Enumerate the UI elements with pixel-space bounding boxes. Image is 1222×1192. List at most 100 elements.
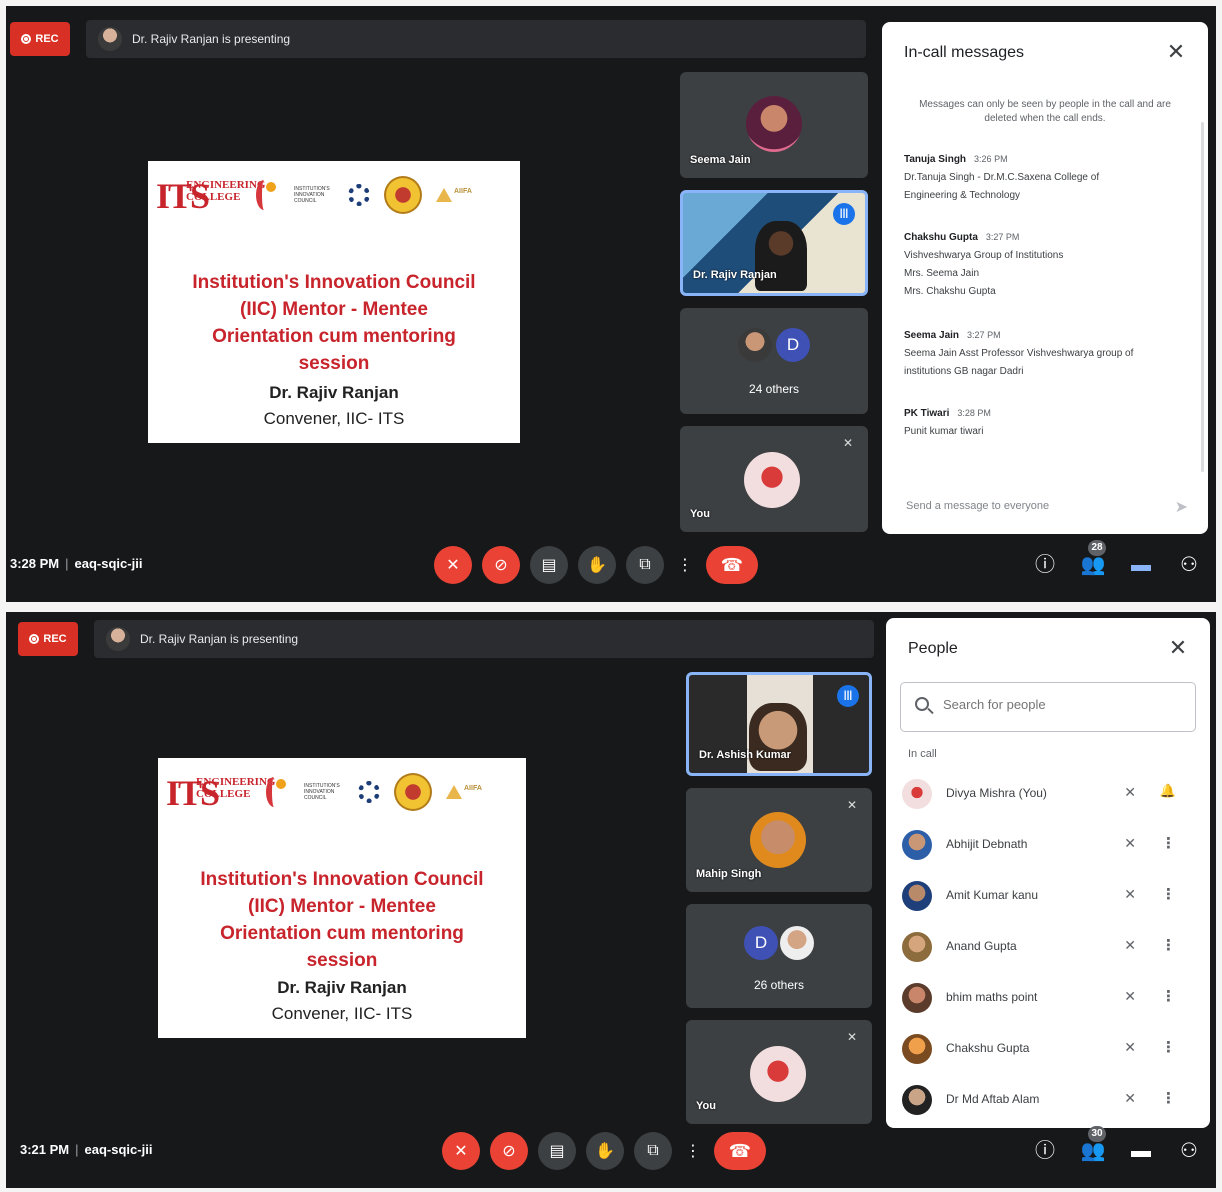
gear-logo <box>348 184 370 206</box>
amity-logo: AIIFA <box>436 186 488 204</box>
people-panel: People ✕ In call Divya Mishra (You) ✕ 🔔 … <box>886 618 1210 1128</box>
people-icon[interactable]: 👥 28 <box>1080 540 1106 578</box>
bell-icon[interactable]: 🔔 <box>1160 783 1176 799</box>
others-tile[interactable]: D 24 others <box>680 308 868 414</box>
participant-name: Dr. Ashish Kumar <box>699 749 791 761</box>
others-tile[interactable]: D 26 others <box>686 904 872 1008</box>
bottom-bar: 3:21 PM | eaq-sqic-jii ✕ ⊘ ▤ ✋ ⧉ ⋮ ☎ ⓘ 👥 3… <box>6 1114 1216 1188</box>
mic-off-icon: ✕ <box>846 798 858 812</box>
slide-role: Convener, IIC- ITS <box>271 1004 413 1023</box>
chat-icon[interactable]: ▬ <box>1128 552 1154 578</box>
chat-message: Seema Jain 3:27 PM Seema Jain Asst Profes… <box>904 330 1134 377</box>
amity-logo: AIIFA <box>446 783 498 801</box>
chat-message: Tanuja Singh 3:26 PM Dr.Tanuja Singh - Dr… <box>904 154 1100 201</box>
present-icon[interactable]: ⧉ <box>634 1132 672 1170</box>
camera-off-icon[interactable]: ⊘ <box>482 546 520 584</box>
mic-off-icon: ✕ <box>1124 1090 1136 1106</box>
slide-presenter: Dr. Rajiv Ranjan <box>277 978 407 997</box>
avatar <box>738 328 772 362</box>
list-item[interactable]: Amit Kumar kanu ✕ ⋮ <box>902 876 1194 916</box>
presentation-slide: ITS ENGINEERING COLLEGE INSTITUTION'S IN… <box>158 758 526 1038</box>
search-icon <box>915 697 929 711</box>
panel-title: People <box>908 640 958 657</box>
slide-logos: ITS ENGINEERING COLLEGE INSTITUTION'S IN… <box>156 167 512 223</box>
more-options-icon[interactable]: ⋮ <box>1161 834 1176 852</box>
person-name: Chakshu Gupta <box>946 1041 1030 1055</box>
end-call-icon[interactable]: ☎ <box>706 546 758 584</box>
more-options-icon[interactable]: ⋮ <box>1161 936 1176 954</box>
close-icon[interactable]: ✕ <box>1164 634 1192 662</box>
list-item[interactable]: Divya Mishra (You) ✕ 🔔 <box>902 774 1194 814</box>
list-item[interactable]: bhim maths point ✕ ⋮ <box>902 978 1194 1018</box>
activities-icon[interactable]: ⚇ <box>1176 1138 1202 1164</box>
slide-presenter: Dr. Rajiv Ranjan <box>269 383 399 402</box>
avatar <box>746 96 802 152</box>
meeting-details: 3:28 PM | eaq-sqic-jii <box>10 556 143 571</box>
participant-tile[interactable]: ✕ Mahip Singh <box>686 788 872 892</box>
person-name: bhim maths point <box>946 990 1038 1004</box>
participant-tile-speaking[interactable]: ||| Dr. Rajiv Ranjan <box>680 190 868 296</box>
panel-title: In-call messages <box>904 44 1025 61</box>
list-item[interactable]: Abhijit Debnath ✕ ⋮ <box>902 825 1194 865</box>
its-logo: ITS ENGINEERING COLLEGE <box>156 176 266 216</box>
info-icon[interactable]: ⓘ <box>1032 552 1058 578</box>
presentation-slide: ITS ENGINEERING COLLEGE INSTITUTION'S IN… <box>148 161 520 443</box>
slide-title: Institution's Innovation Council (IIC) M… <box>200 869 484 971</box>
chat-icon[interactable]: ▬ <box>1128 1138 1154 1164</box>
people-icon[interactable]: 👥 30 <box>1080 1126 1106 1164</box>
mic-off-icon[interactable]: ✕ <box>442 1132 480 1170</box>
raise-hand-icon[interactable]: ✋ <box>586 1132 624 1170</box>
section-label: In call <box>908 748 937 760</box>
rec-label: REC <box>43 633 67 645</box>
search-box[interactable] <box>900 682 1196 732</box>
more-options-icon[interactable]: ⋮ <box>1161 885 1176 903</box>
recording-badge: REC <box>10 22 70 56</box>
self-tile[interactable]: ✕ You <box>680 426 868 532</box>
more-options-icon[interactable]: ⋮ <box>1161 987 1176 1005</box>
slide-logos: ITS ENGINEERING COLLEGE INSTITUTION'S IN… <box>166 764 518 820</box>
participant-tile[interactable]: Seema Jain <box>680 72 868 178</box>
call-controls: ✕ ⊘ ▤ ✋ ⧉ ⋮ ☎ <box>434 546 758 584</box>
self-tile[interactable]: ✕ You <box>686 1020 872 1124</box>
chat-panel: In-call messages ✕ Messages can only be … <box>882 22 1208 534</box>
chat-message: Chakshu Gupta 3:27 PM Vishveshwarya Group… <box>904 232 1064 297</box>
mic-off-icon: ✕ <box>1124 784 1136 800</box>
list-item[interactable]: Chakshu Gupta ✕ ⋮ <box>902 1029 1194 1069</box>
meet-screenshot-bottom: REC Dr. Rajiv Ranjan is presenting ITS E… <box>6 612 1216 1188</box>
captions-icon[interactable]: ▤ <box>530 546 568 584</box>
list-item[interactable]: Anand Gupta ✕ ⋮ <box>902 927 1194 967</box>
avatar <box>902 983 932 1013</box>
more-options-icon[interactable]: ⋮ <box>674 546 696 584</box>
close-icon[interactable]: ✕ <box>1162 38 1190 66</box>
message-input[interactable]: Send a message to everyone ➤ <box>906 499 1188 516</box>
scrollbar[interactable] <box>1201 122 1204 472</box>
captions-icon[interactable]: ▤ <box>538 1132 576 1170</box>
mic-off-icon: ✕ <box>1124 937 1136 953</box>
mic-off-icon: ✕ <box>1124 1039 1136 1055</box>
more-options-icon[interactable]: ⋮ <box>682 1132 704 1170</box>
iic-logo <box>252 178 280 212</box>
person-name: Dr Md Aftab Alam <box>946 1092 1040 1106</box>
avatar <box>902 830 932 860</box>
more-options-icon[interactable]: ⋮ <box>1161 1038 1176 1056</box>
raise-hand-icon[interactable]: ✋ <box>578 546 616 584</box>
side-controls: ⓘ 👥 28 ▬ ⚇ <box>1032 540 1202 578</box>
person-name: Divya Mishra (You) <box>946 786 1047 800</box>
chat-message: PK Tiwari 3:28 PM Punit kumar tiwari <box>904 408 991 437</box>
participant-name: Mahip Singh <box>696 868 762 880</box>
activities-icon[interactable]: ⚇ <box>1176 552 1202 578</box>
present-icon[interactable]: ⧉ <box>626 546 664 584</box>
participant-tile-speaking[interactable]: ||| Dr. Ashish Kumar <box>686 672 872 776</box>
search-input[interactable] <box>943 697 1163 712</box>
camera-off-icon[interactable]: ⊘ <box>490 1132 528 1170</box>
more-options-icon[interactable]: ⋮ <box>1161 1089 1176 1107</box>
avatar <box>902 881 932 911</box>
chat-note: Messages can only be seen by people in t… <box>919 99 1171 124</box>
presenting-text: Dr. Rajiv Ranjan is presenting <box>132 32 291 46</box>
send-icon[interactable]: ➤ <box>1175 497 1188 517</box>
speaking-icon: ||| <box>837 685 859 707</box>
mic-off-icon[interactable]: ✕ <box>434 546 472 584</box>
info-icon[interactable]: ⓘ <box>1032 1138 1058 1164</box>
person-name: Anand Gupta <box>946 939 1017 953</box>
end-call-icon[interactable]: ☎ <box>714 1132 766 1170</box>
